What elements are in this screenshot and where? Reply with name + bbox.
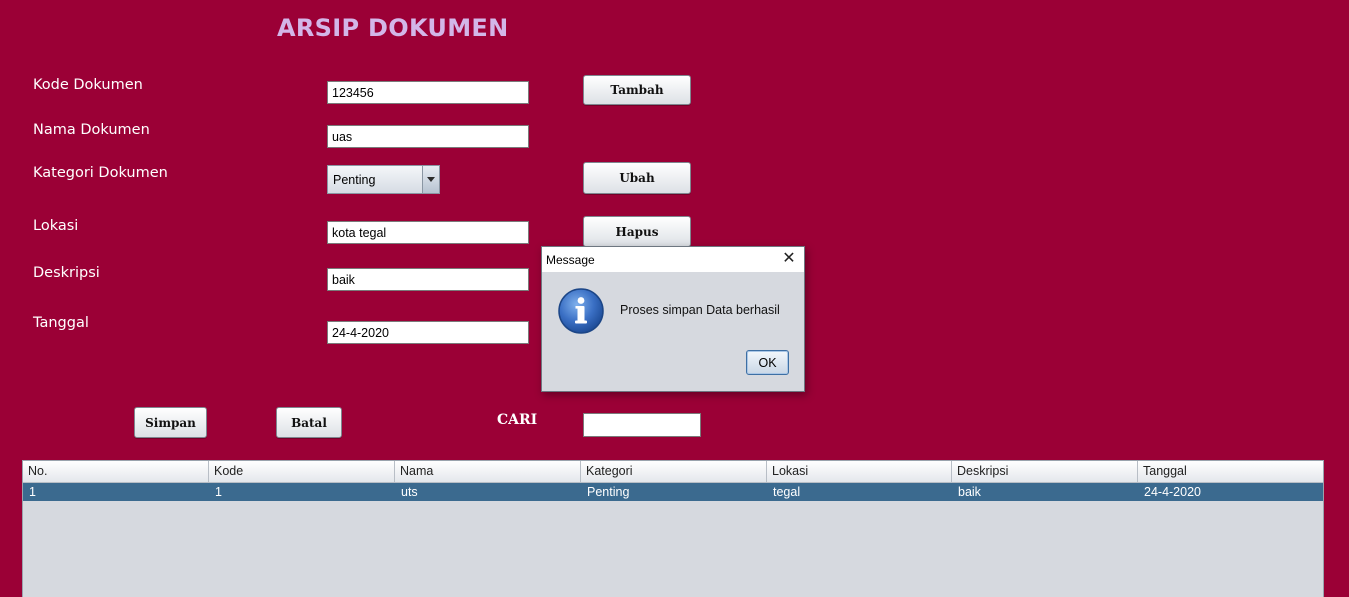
kode-dokumen-input[interactable]: 123456 (327, 81, 529, 104)
simpan-button[interactable]: Simpan (134, 407, 207, 438)
ok-button[interactable]: OK (746, 350, 789, 375)
column-header-kode[interactable]: Kode (209, 461, 395, 482)
cell-kategori: Penting (587, 485, 630, 499)
kategori-selected-value: Penting (333, 173, 376, 187)
label-deskripsi: Deskripsi (33, 265, 100, 281)
nama-dokumen-input[interactable]: uas (327, 125, 529, 148)
dialog-title-bar[interactable]: Message ✕ (542, 247, 804, 272)
document-table[interactable]: No. Kode Nama Kategori Lokasi Deskripsi … (22, 460, 1324, 597)
label-lokasi: Lokasi (33, 218, 79, 234)
kategori-dokumen-select[interactable]: Penting (327, 165, 440, 194)
table-row[interactable]: 1 1 uts Penting tegal baik 24-4-2020 (23, 483, 1323, 501)
cell-nama: uts (401, 485, 418, 499)
column-header-nama[interactable]: Nama (395, 461, 581, 482)
hapus-button[interactable]: Hapus (583, 216, 691, 247)
cell-kode: 1 (215, 485, 222, 499)
page-title: ARSIP DOKUMEN (277, 14, 509, 42)
cell-tanggal: 24-4-2020 (1144, 485, 1201, 499)
dialog-message: Proses simpan Data berhasil (620, 303, 780, 317)
cell-deskripsi: baik (958, 485, 981, 499)
column-header-kategori[interactable]: Kategori (581, 461, 767, 482)
batal-button[interactable]: Batal (276, 407, 342, 438)
column-header-no[interactable]: No. (23, 461, 209, 482)
column-header-deskripsi[interactable]: Deskripsi (952, 461, 1138, 482)
ubah-button[interactable]: Ubah (583, 162, 691, 194)
chevron-down-icon[interactable] (422, 166, 439, 193)
label-kode-dokumen: Kode Dokumen (33, 77, 143, 93)
label-nama-dokumen: Nama Dokumen (33, 122, 150, 138)
search-label: CARI (497, 412, 538, 428)
close-icon[interactable]: ✕ (780, 250, 798, 268)
search-input[interactable] (583, 413, 701, 437)
cell-lokasi: tegal (773, 485, 801, 499)
column-header-lokasi[interactable]: Lokasi (767, 461, 952, 482)
column-header-tanggal[interactable]: Tanggal (1138, 461, 1323, 482)
tanggal-input[interactable]: 24-4-2020 (327, 321, 529, 344)
info-icon (558, 288, 604, 334)
tambah-button[interactable]: Tambah (583, 75, 691, 105)
message-dialog: Message ✕ Proses simpan Data berhasil OK (541, 246, 805, 392)
dialog-title: Message (546, 253, 595, 267)
table-header: No. Kode Nama Kategori Lokasi Deskripsi … (23, 461, 1323, 483)
cell-no: 1 (29, 485, 36, 499)
deskripsi-input[interactable]: baik (327, 268, 529, 291)
label-tanggal: Tanggal (33, 315, 89, 331)
lokasi-input[interactable]: kota tegal (327, 221, 529, 244)
label-kategori-dokumen: Kategori Dokumen (33, 165, 168, 181)
